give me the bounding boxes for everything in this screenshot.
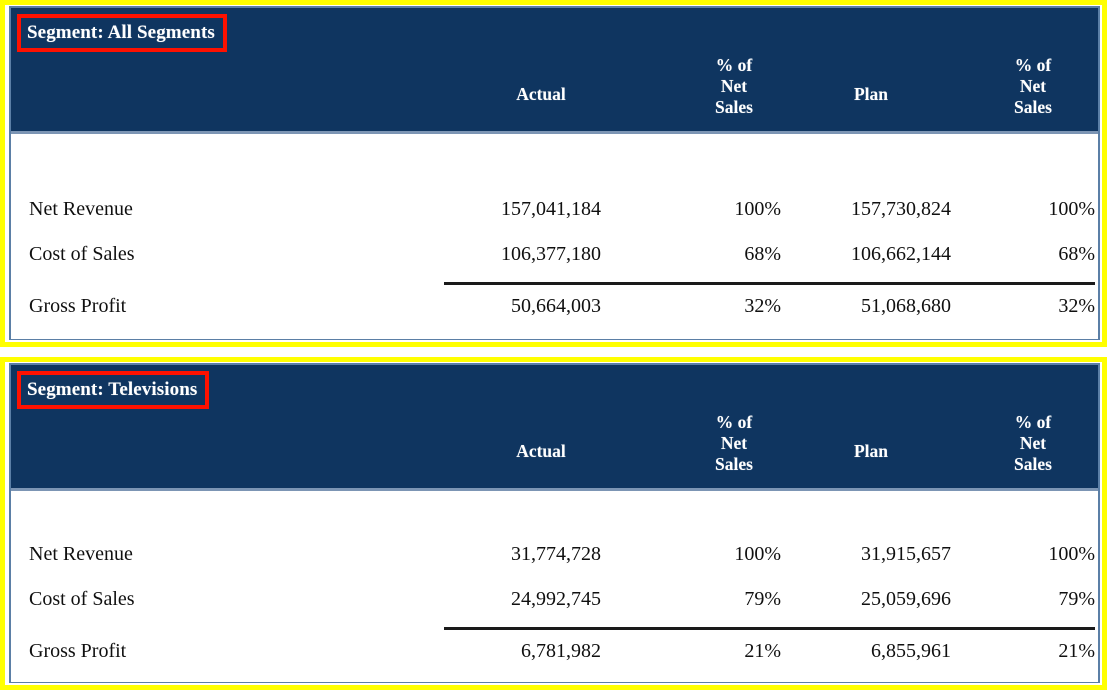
table-row: Gross Profit 50,664,003 32% 51,068,680 3… (11, 291, 1098, 321)
column-header-pct-of-net-sales-actual: % of Net Sales (661, 55, 807, 118)
row-label: Gross Profit (29, 291, 126, 321)
cell-actual-pct: 100% (631, 539, 781, 569)
pct-line-3: Sales (661, 97, 807, 118)
segment-table-all-segments: Segment: All Segments Actual % of Net Sa… (9, 6, 1100, 340)
pct-line-2: Net (973, 76, 1093, 97)
column-header-pct-of-net-sales-plan: % of Net Sales (973, 55, 1093, 118)
row-label: Cost of Sales (29, 584, 135, 614)
cell-plan-pct: 21% (971, 636, 1095, 666)
pct-line-1: % of (973, 55, 1093, 76)
report-page: Segment: All Segments Actual % of Net Sa… (0, 0, 1107, 690)
row-label: Net Revenue (29, 539, 133, 569)
cell-actual: 50,664,003 (441, 291, 601, 321)
row-label: Net Revenue (29, 194, 133, 224)
column-header-actual-label: Actual (466, 84, 616, 105)
pct-line-2: Net (661, 433, 807, 454)
cell-plan: 6,855,961 (771, 636, 951, 666)
pct-line-2: Net (973, 433, 1093, 454)
column-header-pct-of-net-sales-actual: % of Net Sales (661, 412, 807, 475)
cell-actual: 31,774,728 (441, 539, 601, 569)
cell-actual-pct: 21% (631, 636, 781, 666)
column-headers: Actual % of Net Sales Plan % of Net Sale… (11, 8, 1098, 134)
cell-plan: 25,059,696 (771, 584, 951, 614)
table-header-band: Segment: Televisions Actual % of Net Sal… (11, 365, 1098, 491)
pct-line-1: % of (661, 412, 807, 433)
table-header-band: Segment: All Segments Actual % of Net Sa… (11, 8, 1098, 134)
table-row: Net Revenue 31,774,728 100% 31,915,657 1… (11, 539, 1098, 569)
cell-plan-pct: 32% (971, 291, 1095, 321)
cell-plan: 106,662,144 (771, 239, 951, 269)
column-header-actual: Actual (466, 84, 616, 105)
pct-line-1: % of (661, 55, 807, 76)
segment-card-televisions: Segment: Televisions Actual % of Net Sal… (0, 357, 1107, 690)
column-header-plan: Plan (801, 84, 941, 105)
pct-line-3: Sales (661, 454, 807, 475)
table-row: Cost of Sales 24,992,745 79% 25,059,696 … (11, 584, 1098, 614)
cell-actual: 157,041,184 (441, 194, 601, 224)
cell-actual-pct: 79% (631, 584, 781, 614)
column-header-plan-label: Plan (801, 441, 941, 462)
cell-actual: 24,992,745 (441, 584, 601, 614)
column-headers: Actual % of Net Sales Plan % of Net Sale… (11, 365, 1098, 491)
table-body: Net Revenue 31,774,728 100% 31,915,657 1… (11, 491, 1098, 682)
table-row: Cost of Sales 106,377,180 68% 106,662,14… (11, 239, 1098, 269)
pct-line-3: Sales (973, 454, 1093, 475)
column-header-actual: Actual (466, 441, 616, 462)
subtotal-divider (444, 627, 1095, 630)
row-label: Gross Profit (29, 636, 126, 666)
cell-actual-pct: 32% (631, 291, 781, 321)
table-row: Gross Profit 6,781,982 21% 6,855,961 21% (11, 636, 1098, 666)
cell-actual: 6,781,982 (441, 636, 601, 666)
cell-plan-pct: 100% (971, 539, 1095, 569)
column-header-plan-label: Plan (801, 84, 941, 105)
cell-plan: 51,068,680 (771, 291, 951, 321)
cell-actual-pct: 68% (631, 239, 781, 269)
table-row: Net Revenue 157,041,184 100% 157,730,824… (11, 194, 1098, 224)
segment-table-televisions: Segment: Televisions Actual % of Net Sal… (9, 363, 1100, 683)
subtotal-divider (444, 282, 1095, 285)
column-header-actual-label: Actual (466, 441, 616, 462)
cell-plan: 157,730,824 (771, 194, 951, 224)
pct-line-3: Sales (973, 97, 1093, 118)
pct-line-2: Net (661, 76, 807, 97)
pct-line-1: % of (973, 412, 1093, 433)
cell-plan-pct: 68% (971, 239, 1095, 269)
cell-plan-pct: 79% (971, 584, 1095, 614)
column-header-plan: Plan (801, 441, 941, 462)
cell-actual: 106,377,180 (441, 239, 601, 269)
column-header-pct-of-net-sales-plan: % of Net Sales (973, 412, 1093, 475)
cell-plan: 31,915,657 (771, 539, 951, 569)
table-body: Net Revenue 157,041,184 100% 157,730,824… (11, 134, 1098, 339)
cell-plan-pct: 100% (971, 194, 1095, 224)
row-label: Cost of Sales (29, 239, 135, 269)
segment-card-all-segments: Segment: All Segments Actual % of Net Sa… (0, 0, 1107, 347)
cell-actual-pct: 100% (631, 194, 781, 224)
